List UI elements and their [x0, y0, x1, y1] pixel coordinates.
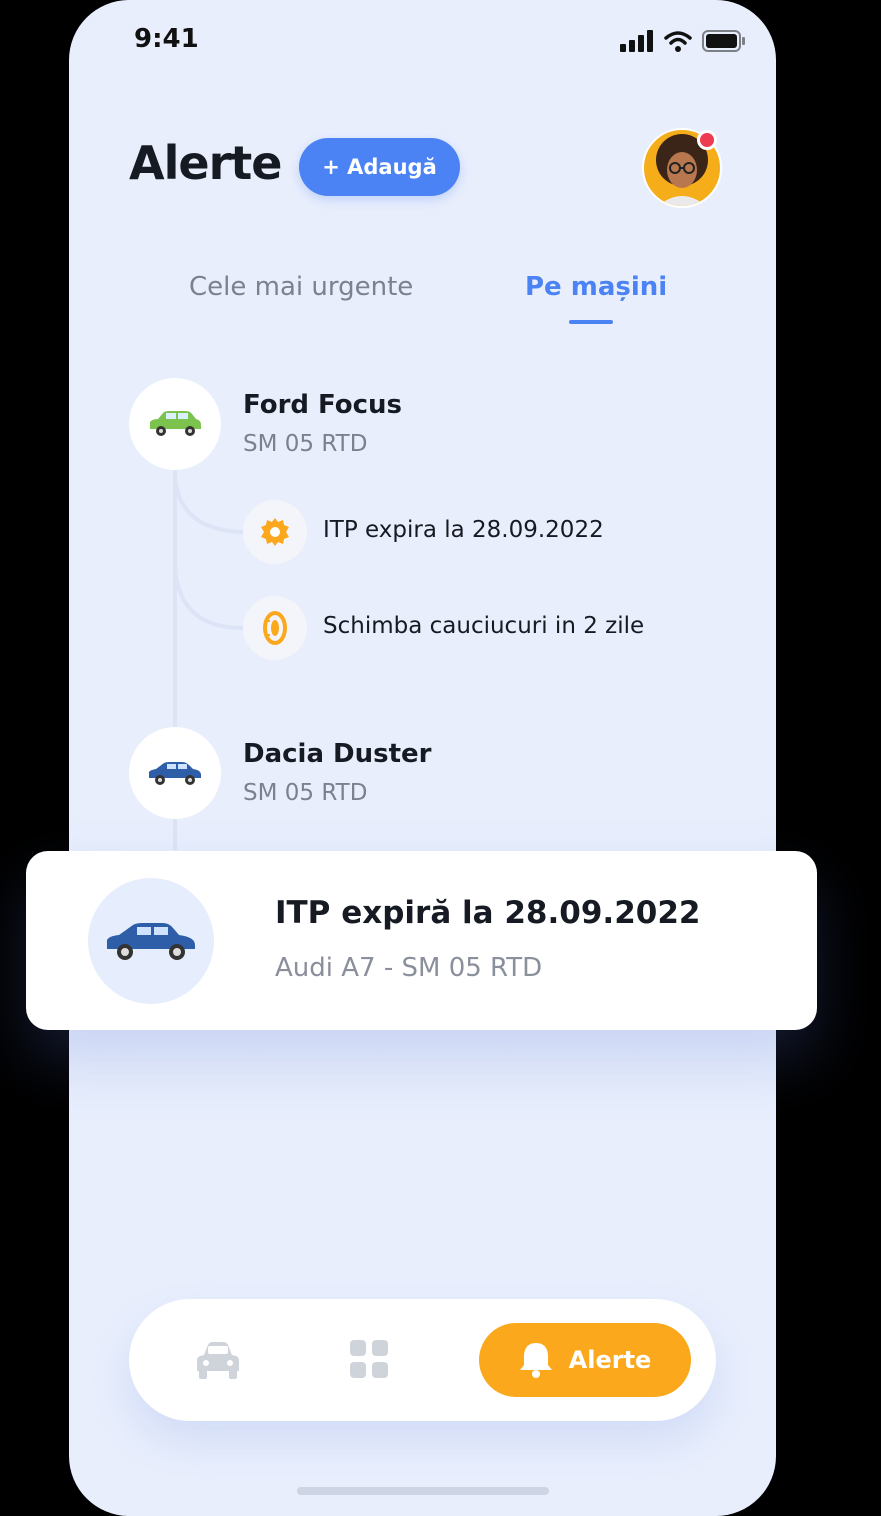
car-blue-icon: [107, 923, 195, 960]
alert-icon-circle: [243, 596, 307, 660]
notification-title: ITP expiră la 28.09.2022: [275, 895, 701, 931]
car-green-icon: [150, 411, 201, 436]
notification-card[interactable]: ITP expiră la 28.09.2022 Audi A7 - SM 05…: [26, 851, 817, 1030]
home-indicator: [297, 1487, 549, 1495]
car-plate: SM 05 RTD: [243, 780, 368, 806]
notification-subtitle: Audi A7 - SM 05 RTD: [275, 953, 543, 983]
car-avatar-dacia[interactable]: [129, 727, 221, 819]
nav-alerts-label: Alerte: [568, 1346, 652, 1374]
tire-icon: [263, 611, 287, 645]
car-name: Ford Focus: [243, 390, 403, 420]
car-icon[interactable]: [195, 1339, 241, 1381]
phone-screen: 9:41 Alerte + Adaugă Cele mai urgente Pe…: [69, 0, 776, 1516]
grid-icon[interactable]: [349, 1339, 389, 1379]
nav-alerts-button[interactable]: Alerte: [479, 1323, 691, 1397]
bottom-nav: Alerte: [129, 1299, 716, 1421]
alert-icon-circle: [243, 500, 307, 564]
car-blue-icon: [149, 762, 201, 785]
notification-car-circle: [88, 878, 214, 1004]
alert-text[interactable]: ITP expira la 28.09.2022: [323, 517, 604, 543]
alert-text[interactable]: Schimba cauciucuri in 2 zile: [323, 613, 644, 639]
gear-icon: [261, 518, 289, 546]
car-name: Dacia Duster: [243, 739, 432, 769]
car-plate: SM 05 RTD: [243, 431, 368, 457]
car-avatar-ford[interactable]: [129, 378, 221, 470]
bell-icon: [519, 1343, 552, 1378]
